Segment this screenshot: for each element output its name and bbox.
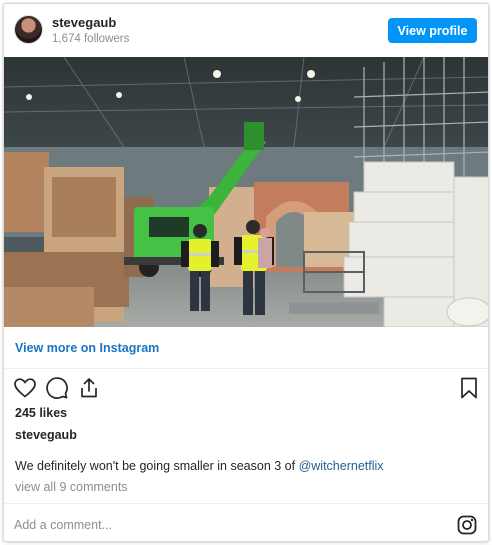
comment-icon[interactable] xyxy=(45,376,69,400)
heart-icon[interactable] xyxy=(13,376,37,400)
instagram-embed-card: stevegaub 1,674 followers View profile V… xyxy=(3,3,489,542)
view-comments-link[interactable]: view all 9 comments xyxy=(15,480,128,494)
construction-warehouse-image xyxy=(4,57,488,327)
share-icon[interactable] xyxy=(77,376,101,400)
caption-text: We definitely won't be going smaller in … xyxy=(15,459,299,473)
like-count[interactable]: 245 likes xyxy=(15,406,67,420)
comment-row xyxy=(4,503,488,541)
instagram-icon[interactable] xyxy=(457,515,477,535)
avatar[interactable] xyxy=(14,15,43,44)
follower-count: 1,674 followers xyxy=(52,33,130,45)
post-photo[interactable] xyxy=(4,57,488,327)
caption-mention[interactable]: @witchernetflix xyxy=(299,459,384,473)
comment-input[interactable] xyxy=(14,516,434,534)
view-more-row: View more on Instagram xyxy=(4,327,488,369)
post-header: stevegaub 1,674 followers View profile xyxy=(4,4,488,58)
post-caption: We definitely won't be going smaller in … xyxy=(15,459,384,473)
username[interactable]: stevegaub xyxy=(52,15,116,30)
bookmark-icon[interactable] xyxy=(457,376,481,400)
post-owner[interactable]: stevegaub xyxy=(15,428,77,442)
view-more-link[interactable]: View more on Instagram xyxy=(15,341,159,355)
action-bar xyxy=(4,370,488,406)
view-profile-button[interactable]: View profile xyxy=(388,18,477,43)
